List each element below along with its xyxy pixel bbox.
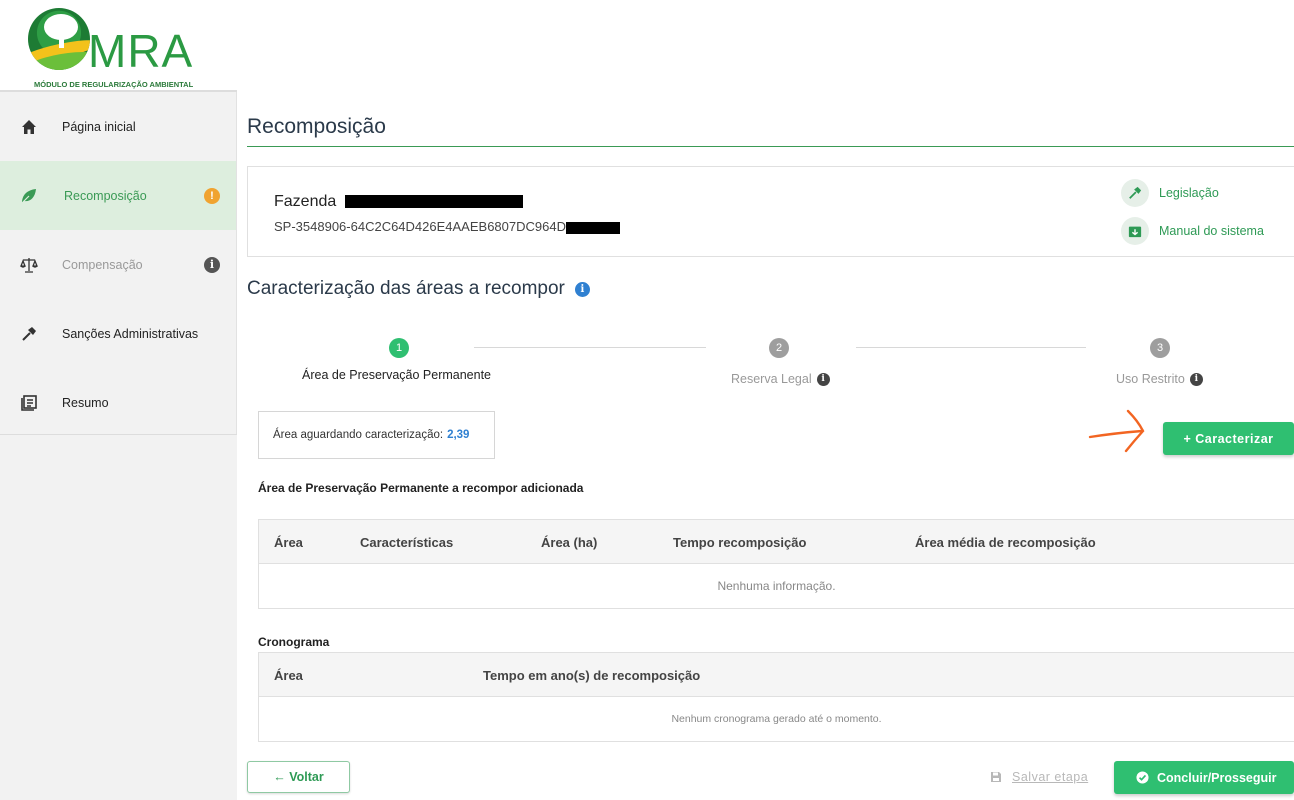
sidebar: Página inicial Recomposição ! Compensaçã…	[0, 90, 237, 800]
pending-area-box: Área aguardando caracterização: 2,39	[258, 411, 495, 459]
info-badge-icon: i	[204, 256, 220, 273]
app-table: Área Características Área (ha) Tempo rec…	[258, 519, 1294, 609]
info-icon[interactable]: i	[574, 281, 590, 297]
salvar-etapa-button[interactable]: Salvar etapa	[990, 770, 1088, 784]
sidebar-item-label: Recomposição	[64, 188, 147, 203]
column-header[interactable]: Área (ha)	[541, 535, 597, 550]
check-circle-icon	[1136, 771, 1149, 784]
logo-subtitle: MÓDULO DE REGULARIZAÇÃO AMBIENTAL	[34, 80, 194, 89]
legislacao-link[interactable]: Legislação	[1121, 179, 1219, 207]
table-header: Área Tempo em ano(s) de recomposição	[259, 653, 1294, 697]
sidebar-item-resumo[interactable]: Resumo	[0, 368, 236, 437]
sidebar-item-compensacao[interactable]: Compensação i	[0, 230, 236, 299]
sidebar-item-sancoes[interactable]: Sanções Administrativas	[0, 299, 236, 368]
column-header[interactable]: Tempo recomposição	[673, 535, 806, 550]
sidebar-item-pagina-inicial[interactable]: Página inicial	[0, 92, 236, 161]
page-title: Recomposição	[247, 115, 386, 138]
leaf-icon	[18, 185, 40, 207]
column-header[interactable]: Área	[274, 668, 303, 683]
cronograma-title: Cronograma	[258, 635, 330, 649]
header: MRA MÓDULO DE REGULARIZAÇÃO AMBIENTAL	[0, 0, 1294, 90]
step-2-indicator[interactable]: 2	[769, 338, 789, 358]
app-table-title: Área de Preservação Permanente a recompo…	[258, 481, 584, 495]
title-divider	[247, 146, 1294, 147]
warning-badge-icon: !	[204, 187, 220, 204]
redacted-block	[565, 221, 620, 234]
column-header[interactable]: Área	[274, 535, 303, 550]
table-header: Área Características Área (ha) Tempo rec…	[259, 520, 1294, 564]
info-icon[interactable]: i	[1189, 372, 1203, 386]
column-header[interactable]: Área média de recomposição	[915, 535, 1096, 550]
section-title: Caracterização das áreas a recompor i	[247, 278, 590, 300]
concluir-prosseguir-button[interactable]: Concluir/Prosseguir	[1114, 761, 1294, 794]
step-1-indicator[interactable]: 1	[389, 338, 409, 358]
redacted-block	[344, 195, 523, 209]
stepper-connector	[856, 347, 1086, 348]
manual-link[interactable]: Manual do sistema	[1121, 217, 1264, 245]
info-icon[interactable]: i	[816, 372, 830, 386]
download-manual-icon	[1121, 217, 1149, 245]
caracterizar-button[interactable]: + Caracterizar	[1163, 422, 1294, 455]
save-icon	[991, 772, 1001, 782]
farm-card: Fazenda SP-3548906-64C2C64D426E4AAEB6807…	[247, 166, 1294, 257]
step-3-indicator[interactable]: 3	[1150, 338, 1170, 358]
sidebar-item-label: Página inicial	[62, 119, 136, 134]
column-header[interactable]: Tempo em ano(s) de recomposição	[483, 668, 700, 683]
mra-logo[interactable]: MRA MÓDULO DE REGULARIZAÇÃO AMBIENTAL	[28, 8, 208, 90]
scale-icon	[18, 254, 40, 276]
home-icon	[18, 116, 40, 138]
sidebar-item-label: Compensação	[62, 257, 143, 272]
farm-name: Fazenda	[274, 193, 523, 211]
book-icon	[18, 392, 40, 414]
stepper-connector	[474, 347, 706, 348]
sidebar-empty-area	[0, 434, 237, 800]
column-header[interactable]: Características	[360, 535, 453, 550]
logo-text: MRA	[88, 25, 194, 77]
logo-emblem-icon	[28, 8, 90, 70]
empty-table-message: Nenhum cronograma gerado até o momento.	[671, 713, 882, 725]
annotation-arrow-icon	[1088, 409, 1145, 453]
cronograma-table: Área Tempo em ano(s) de recomposição Nen…	[258, 652, 1294, 742]
sidebar-item-label: Resumo	[62, 395, 109, 410]
empty-table-message: Nenhuma informação.	[717, 579, 836, 593]
hammer-icon	[18, 323, 40, 345]
sidebar-item-recomposicao[interactable]: Recomposição !	[0, 161, 236, 230]
voltar-button[interactable]: ← Voltar	[247, 761, 350, 793]
manual-label: Manual do sistema	[1159, 224, 1264, 238]
sidebar-item-label: Sanções Administrativas	[62, 326, 199, 341]
hammer-icon	[1121, 179, 1149, 207]
step-2-label[interactable]: Reserva Legal i	[731, 372, 830, 386]
legislacao-label: Legislação	[1159, 186, 1219, 200]
step-1-label[interactable]: Área de Preservação Permanente	[302, 368, 491, 382]
farm-code: SP-3548906-64C2C64D426E4AAEB6807DC964D	[274, 219, 620, 234]
step-3-label[interactable]: Uso Restrito i	[1116, 372, 1203, 386]
pending-area-value: 2,39	[447, 429, 470, 441]
